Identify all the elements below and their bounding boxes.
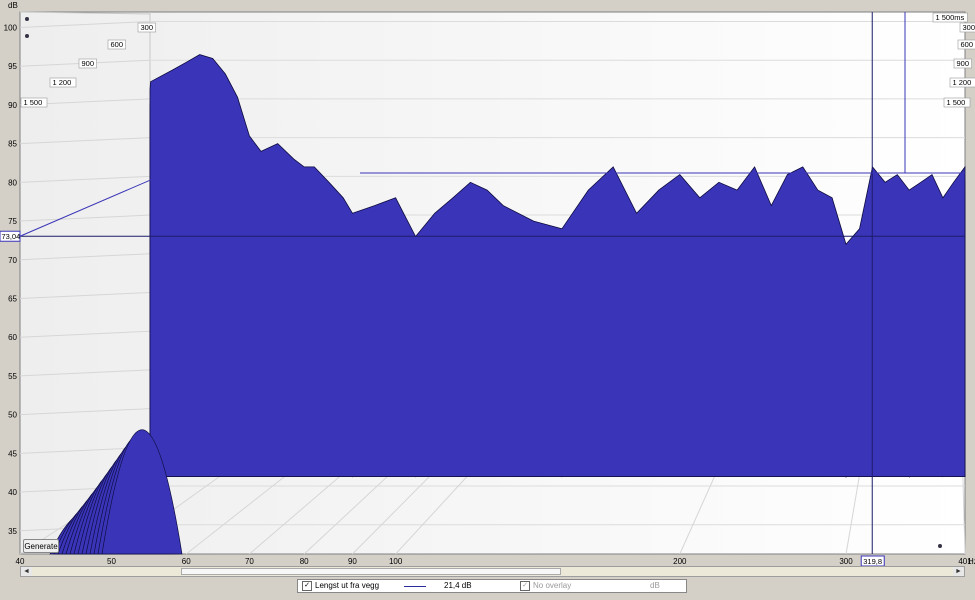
y-tick-label: 50 [8, 411, 17, 420]
time-label: 1 500 [24, 98, 43, 107]
time-label: 900 [957, 59, 970, 68]
time-label: 1 500 [947, 98, 966, 107]
zoom-icon[interactable] [25, 17, 29, 21]
legend-checkbox-1[interactable]: ✓ [302, 580, 312, 591]
y-tick-label: 90 [8, 101, 17, 110]
scroll-thumb[interactable] [181, 568, 561, 575]
legend-label-2: No overlay [533, 581, 572, 590]
time-label: 1 200 [953, 78, 972, 87]
x-tick-label: 70 [245, 557, 254, 566]
scroll-right-arrow[interactable]: ► [953, 567, 964, 576]
time-label: 600 [961, 40, 974, 49]
y-unit-label: dB [8, 1, 18, 10]
time-label: 600 [111, 40, 124, 49]
y-tick-label: 75 [8, 217, 17, 226]
y-tick-label: 85 [8, 140, 17, 149]
cursor-x-readout: 319,8 [863, 557, 882, 566]
scroll-left-arrow[interactable]: ◄ [21, 567, 32, 576]
x-tick-label: 200 [673, 557, 687, 566]
x-tick-label: 300 [839, 557, 853, 566]
y-axis-ticks: 100 95 90 85 80 75 70 65 60 55 50 45 40 35 dB [4, 1, 18, 536]
generate-button[interactable]: Generate [23, 539, 59, 553]
zoom-reset-icon[interactable] [938, 544, 942, 548]
time-label: 300 [141, 23, 154, 32]
y-tick-label: 95 [8, 62, 17, 71]
waterfall-plot[interactable]: 100 95 90 85 80 75 70 65 60 55 50 45 40 35 dB 40 50 60 70… [0, 0, 975, 566]
time-label: 1 200 [53, 78, 72, 87]
x-tick-label: 40 [16, 557, 25, 566]
legend-item-2[interactable]: ✓ No overlay [520, 580, 571, 592]
x-axis-ticks: 405060708090100200300401Hz [16, 557, 975, 566]
y-tick-label: 70 [8, 256, 17, 265]
legend-line-swatch [404, 586, 426, 587]
x-tick-label: 80 [300, 557, 309, 566]
cursor-y-readout: 73,04 [2, 232, 21, 241]
x-unit-label: Hz [968, 557, 975, 566]
legend-unit-2: dB [650, 581, 660, 590]
legend-bar: ✓ Lengst ut fra vegg 21,4 dB ✓ No overlay … [297, 579, 687, 593]
x-tick-label: 90 [348, 557, 357, 566]
y-tick-label: 45 [8, 449, 17, 458]
y-tick-label: 40 [8, 488, 17, 497]
y-tick-label: 65 [8, 294, 17, 303]
horizontal-scrollbar[interactable]: ◄ ► [20, 566, 965, 577]
legend-checkbox-2[interactable]: ✓ [520, 580, 530, 591]
pan-icon[interactable] [25, 34, 29, 38]
x-tick-label: 60 [182, 557, 191, 566]
y-tick-label: 55 [8, 372, 17, 381]
y-tick-label: 35 [8, 527, 17, 536]
x-tick-label: 100 [389, 557, 403, 566]
y-tick-label: 100 [4, 23, 18, 32]
time-label: 1 500ms [936, 13, 965, 22]
legend-label-1: Lengst ut fra vegg [315, 581, 380, 590]
legend-value-1: 21,4 dB [444, 581, 472, 590]
time-label: 300 [963, 23, 975, 32]
y-tick-label: 60 [8, 333, 17, 342]
legend-item-1[interactable]: ✓ Lengst ut fra vegg [302, 580, 379, 592]
y-tick-label: 80 [8, 178, 17, 187]
time-label: 900 [82, 59, 95, 68]
x-tick-label: 50 [107, 557, 116, 566]
